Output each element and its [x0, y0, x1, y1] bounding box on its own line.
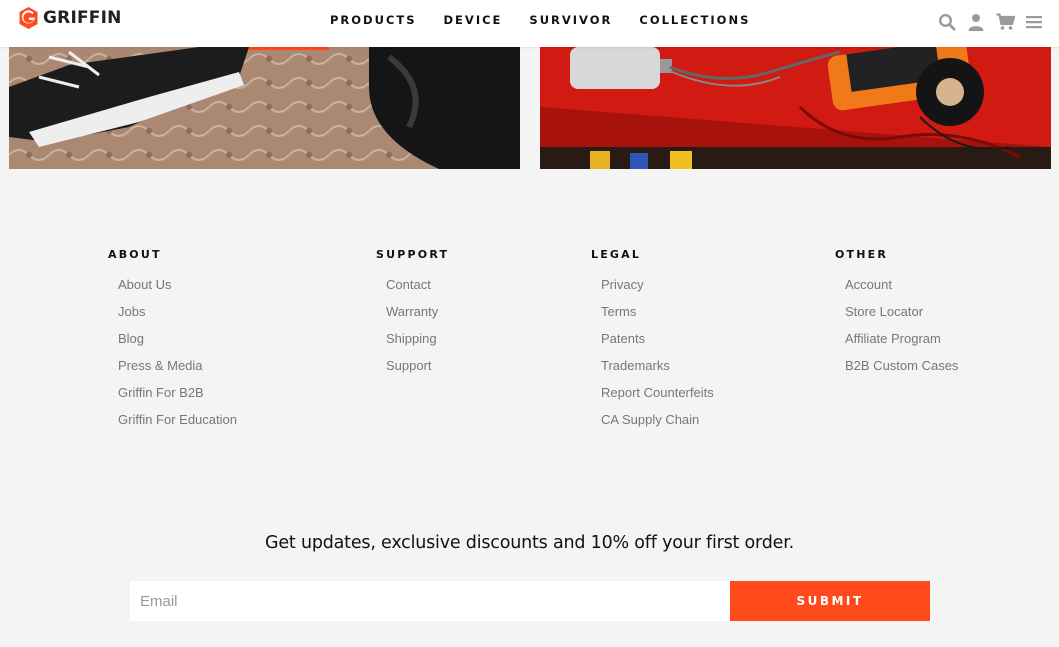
footer-link-account[interactable]: Account	[845, 277, 892, 292]
menu-icon[interactable]	[1023, 11, 1045, 33]
newsletter-headline: Get updates, exclusive discounts and 10%…	[265, 533, 794, 553]
nav-collections[interactable]: COLLECTIONS	[639, 13, 750, 27]
brand-name: GRIFFIN	[43, 8, 122, 28]
submit-button[interactable]: SUBMIT	[730, 581, 930, 621]
tools-on-red-table-image[interactable]	[540, 47, 1051, 169]
nav-products[interactable]: PRODUCTS	[330, 13, 417, 27]
footer-link-about-us[interactable]: About Us	[118, 277, 171, 292]
site-footer: ABOUT About Us Jobs Blog Press & Media G…	[0, 188, 1059, 647]
griffin-logo[interactable]: GRIFFIN	[18, 6, 122, 30]
account-icon[interactable]	[965, 11, 987, 33]
main-nav: PRODUCTS DEVICE SURVIVOR COLLECTIONS	[330, 13, 777, 27]
site-header: GRIFFIN PRODUCTS DEVICE SURVIVOR COLLECT…	[0, 0, 1059, 47]
footer-link-terms[interactable]: Terms	[601, 304, 636, 319]
email-input[interactable]	[130, 581, 730, 621]
footer-link-blog[interactable]: Blog	[118, 331, 144, 346]
sneakers-on-rug-image[interactable]	[9, 47, 520, 169]
footer-column-legal: LEGAL Privacy Terms Patents Trademarks R…	[591, 248, 714, 438]
footer-link-ca-supply-chain[interactable]: CA Supply Chain	[601, 412, 699, 427]
footer-link-support[interactable]: Support	[386, 358, 432, 373]
footer-link-press-media[interactable]: Press & Media	[118, 358, 203, 373]
cart-icon[interactable]	[994, 11, 1016, 33]
footer-link-jobs[interactable]: Jobs	[118, 304, 145, 319]
footer-column-other: OTHER Account Store Locator Affiliate Pr…	[835, 248, 958, 384]
footer-link-store-locator[interactable]: Store Locator	[845, 304, 923, 319]
footer-link-patents[interactable]: Patents	[601, 331, 645, 346]
footer-link-affiliate-program[interactable]: Affiliate Program	[845, 331, 941, 346]
footer-column-about: ABOUT About Us Jobs Blog Press & Media G…	[108, 248, 237, 438]
footer-link-warranty[interactable]: Warranty	[386, 304, 438, 319]
footer-link-contact[interactable]: Contact	[386, 277, 431, 292]
footer-link-trademarks[interactable]: Trademarks	[601, 358, 670, 373]
nav-device[interactable]: DEVICE	[444, 13, 503, 27]
header-icons	[929, 11, 1045, 33]
footer-link-griffin-for-education[interactable]: Griffin For Education	[118, 412, 237, 427]
footer-link-shipping[interactable]: Shipping	[386, 331, 437, 346]
footer-link-b2b-custom-cases[interactable]: B2B Custom Cases	[845, 358, 958, 373]
griffin-logo-icon	[19, 7, 38, 29]
footer-heading-support: SUPPORT	[376, 248, 450, 261]
footer-column-support: SUPPORT Contact Warranty Shipping Suppor…	[376, 248, 449, 384]
footer-heading-legal: LEGAL	[591, 248, 642, 261]
search-icon[interactable]	[936, 11, 958, 33]
footer-heading-about: ABOUT	[108, 248, 162, 261]
footer-link-report-counterfeits[interactable]: Report Counterfeits	[601, 385, 714, 400]
footer-heading-other: OTHER	[835, 248, 889, 261]
nav-survivor[interactable]: SURVIVOR	[529, 13, 612, 27]
footer-link-griffin-for-b2b[interactable]: Griffin For B2B	[118, 385, 204, 400]
footer-link-privacy[interactable]: Privacy	[601, 277, 644, 292]
